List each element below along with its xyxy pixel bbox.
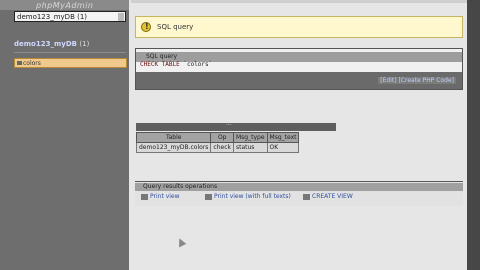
table-count: (1): [79, 40, 90, 48]
table-row: demo123_myDB.colors check status OK: [135, 142, 300, 153]
table-icon: [17, 61, 22, 65]
table-cell: OK: [266, 142, 300, 153]
chevron-down-icon: [118, 13, 124, 21]
top-strip: [131, 0, 467, 3]
column-header[interactable]: Msg_text: [266, 132, 300, 143]
sql-keyword: CHECK TABLE: [140, 61, 180, 68]
query-operations: Query results operations Print view Prin…: [135, 181, 463, 206]
sidebar-database-link[interactable]: demo123_myDB (1): [14, 40, 89, 48]
print-view-link[interactable]: Print view: [141, 193, 180, 200]
column-header[interactable]: Op: [210, 132, 234, 143]
app-logo[interactable]: phpMyAdmin: [36, 1, 94, 10]
sql-query-code: CHECK TABLE `colors`: [140, 61, 212, 68]
view-icon: [303, 193, 310, 200]
database-select-value: demo123_myDB (1): [17, 13, 88, 21]
database-name: demo123_myDB: [14, 40, 77, 48]
sql-query-box: SQL query CHECK TABLE `colors` [Edit] [C…: [135, 48, 463, 90]
main-content: SQL query SQL query CHECK TABLE `colors`…: [129, 0, 467, 270]
warning-icon: [141, 22, 151, 32]
column-header[interactable]: Msg_type: [233, 132, 268, 143]
create-view-label: CREATE VIEW: [312, 193, 353, 200]
print-view-full-label: Print view (with full texts): [214, 193, 291, 200]
column-header[interactable]: Table: [135, 132, 212, 143]
sidebar-item-colors[interactable]: colors: [14, 58, 127, 68]
sidebar-divider: [14, 52, 126, 53]
results-table: Table Op Msg_type Msg_text demo123_myDB.…: [135, 132, 300, 153]
table-header-row: Table Op Msg_type Msg_text: [135, 132, 300, 143]
table-cell: check: [210, 142, 234, 153]
results-title-glyph: ···: [226, 122, 232, 129]
notice-box: SQL query: [135, 16, 463, 38]
query-operations-legend: Query results operations: [135, 183, 463, 191]
results-title-bar: ···: [136, 122, 336, 131]
sql-query-links[interactable]: [Edit] [Create PHP Code]: [378, 77, 456, 84]
database-select[interactable]: demo123_myDB (1): [14, 11, 126, 22]
mouse-cursor-icon: [175, 236, 187, 248]
print-icon: [141, 193, 148, 200]
navigation-sidebar: phpMyAdmin demo123_myDB (1) demo123_myDB…: [0, 0, 130, 270]
notice-text: SQL query: [157, 23, 194, 31]
print-icon: [205, 193, 212, 200]
sql-query-toolbar: [Edit] [Create PHP Code]: [136, 72, 462, 89]
sidebar-item-label: colors: [23, 60, 41, 67]
print-view-full-link[interactable]: Print view (with full texts): [205, 193, 291, 200]
results-table-wrap: ··· Table Op Msg_type Msg_text demo123_m…: [135, 122, 336, 161]
sql-rest: `colors`: [179, 61, 213, 68]
table-cell: demo123_myDB.colors: [135, 142, 212, 153]
print-view-label: Print view: [150, 193, 180, 200]
table-cell: status: [233, 142, 268, 153]
create-view-link[interactable]: CREATE VIEW: [303, 193, 353, 200]
window-edge: [467, 0, 480, 270]
